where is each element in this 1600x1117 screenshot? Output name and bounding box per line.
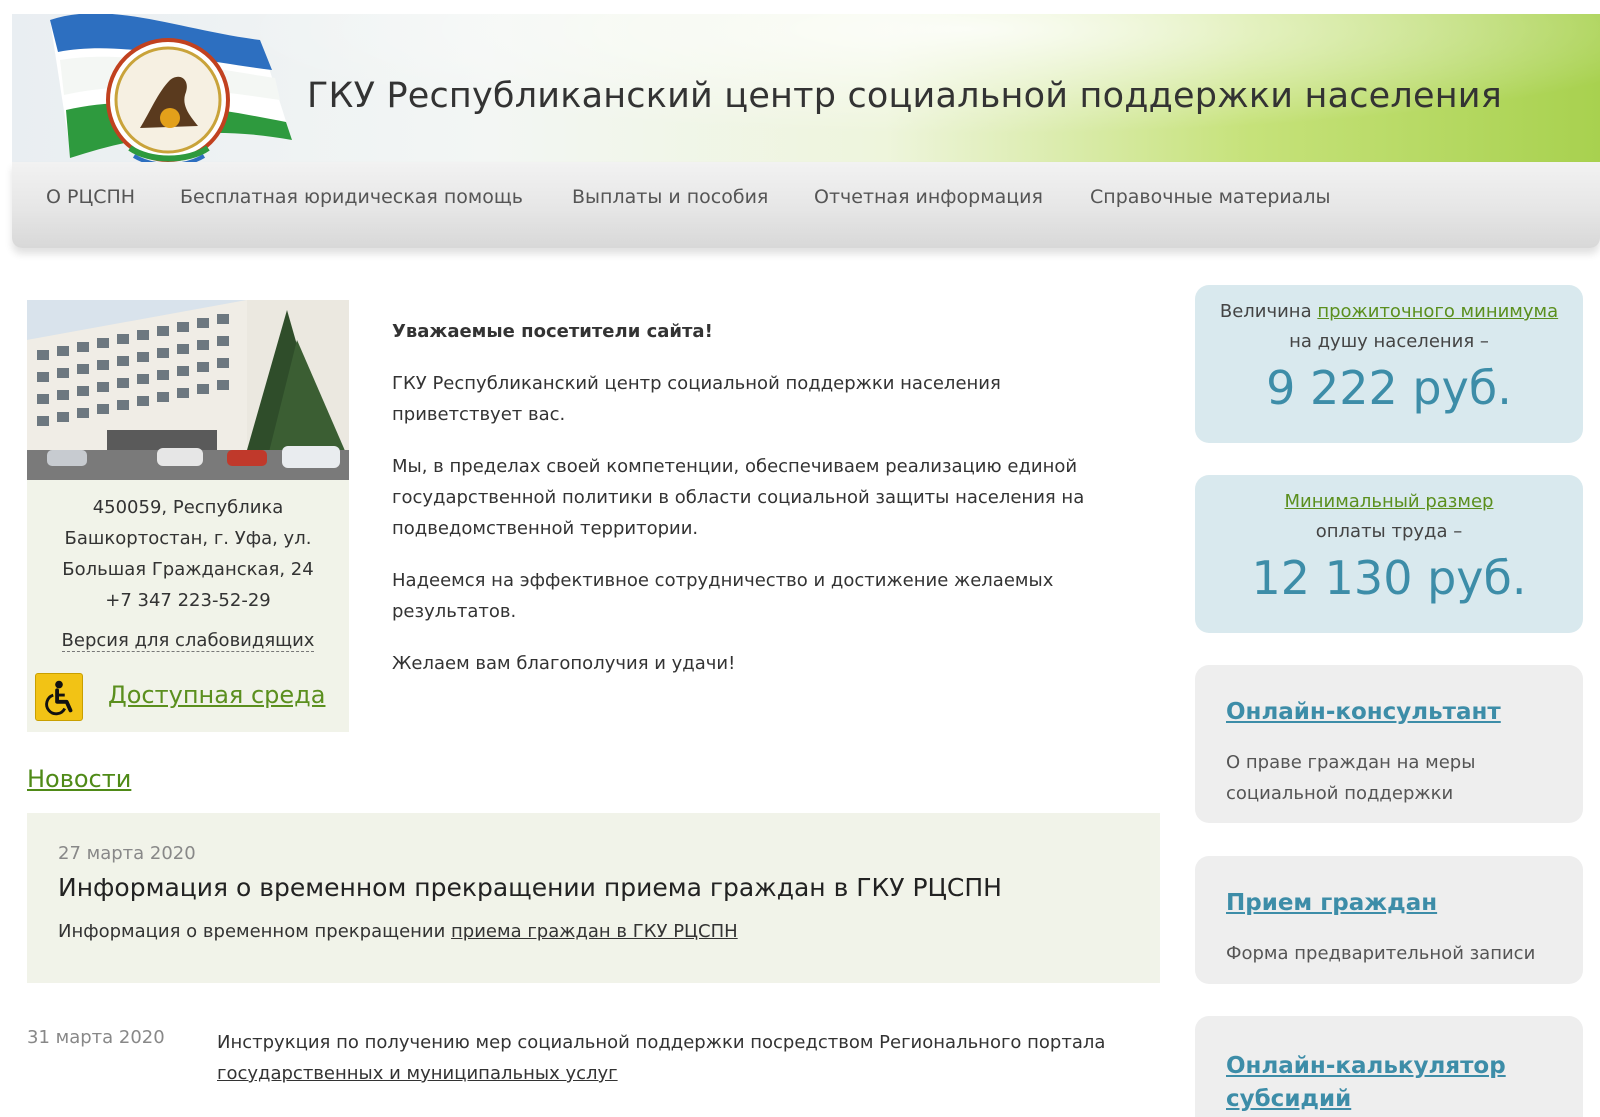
nav-item-legal-help[interactable]: Бесплатная юридическая помощь [180, 186, 523, 208]
min-wage-card: Минимальный размер оплаты труда – 12 130… [1195, 475, 1583, 633]
low-vision-link-label[interactable]: Версия для слабовидящих [61, 630, 315, 652]
wheelchair-icon[interactable] [35, 673, 83, 721]
subsistence-prefix: Величина [1219, 301, 1318, 322]
subsistence-minimum-card: Величина прожиточного минимума на душу н… [1195, 285, 1583, 443]
news-title[interactable]: Информация о временном прекращении прием… [58, 873, 1002, 902]
online-consultant-card: Онлайн-консультант О праве граждан на ме… [1195, 665, 1583, 823]
news-description: Информация о временном прекращении прием… [58, 921, 738, 942]
nav-item-about[interactable]: О РЦСПН [46, 186, 135, 208]
welcome-paragraph: ГКУ Республиканский центр социальной под… [392, 373, 1001, 425]
welcome-paragraph: Мы, в пределах своей компетенции, обеспе… [392, 456, 1085, 539]
site-title: ГКУ Республиканский центр социальной под… [307, 76, 1502, 116]
subsidy-calculator-card: Онлайн-калькулятор субсидий [1195, 1016, 1583, 1117]
min-wage-value: 12 130 руб. [1251, 551, 1527, 605]
online-consultant-link[interactable]: Онлайн-консультант [1226, 699, 1501, 725]
address-line: Большая Гражданская, 24 [62, 559, 314, 580]
subsistence-label: Величина прожиточного минимума [1195, 301, 1583, 322]
welcome-message: Уважаемые посетители сайта! ГКУ Республи… [392, 316, 1112, 700]
min-wage-label: Минимальный размер [1195, 491, 1583, 512]
welcome-greeting: Уважаемые посетители сайта! [392, 321, 713, 342]
news-description-text: Информация о временном прекращении [58, 921, 452, 942]
online-consultant-desc: О праве граждан на меры социальной подде… [1226, 752, 1476, 804]
citizen-reception-desc: Форма предварительной записи [1226, 943, 1536, 964]
news-date: 31 марта 2020 [27, 1027, 165, 1048]
accessible-environment-link[interactable]: Доступная среда [108, 681, 325, 709]
min-wage-label-line2: оплаты труда – [1315, 521, 1463, 542]
site-header: ГКУ Республиканский центр социальной под… [12, 14, 1600, 162]
citizen-reception-link[interactable]: Прием граждан [1226, 890, 1437, 916]
subsidy-calculator-link[interactable]: Онлайн-калькулятор субсидий [1226, 1050, 1546, 1116]
nav-item-reports[interactable]: Отчетная информация [814, 186, 1043, 208]
subsistence-label-line2: на душу населения – [1289, 331, 1489, 352]
phone-number: +7 347 223-52-29 [105, 590, 271, 611]
welcome-paragraph: Надеемся на эффективное сотрудничество и… [392, 570, 1054, 622]
subsistence-value: 9 222 руб. [1266, 361, 1512, 415]
address: 450059, Республика Башкортостан, г. Уфа,… [27, 492, 349, 616]
nav-item-reference[interactable]: Справочные материалы [1090, 186, 1331, 208]
low-vision-version-link[interactable]: Версия для слабовидящих [27, 630, 349, 652]
min-wage-link[interactable]: Минимальный размер [1285, 491, 1494, 512]
news-item: 31 марта 2020 Инструкция по получению ме… [27, 1027, 1160, 1097]
subsistence-link[interactable]: прожиточного минимума [1317, 301, 1558, 322]
contacts-box: 450059, Республика Башкортостан, г. Уфа,… [27, 480, 349, 732]
news-description-link[interactable]: приема граждан в ГКУ РЦСПН [451, 921, 738, 942]
welcome-paragraph: Желаем вам благополучия и удачи! [392, 653, 736, 674]
building-photo [27, 300, 349, 480]
news-date: 27 марта 2020 [58, 843, 196, 864]
address-line: Башкортостан, г. Уфа, ул. [64, 528, 312, 549]
news-text-body: Инструкция по получению мер социальной п… [217, 1032, 1106, 1053]
citizen-reception-card: Прием граждан Форма предварительной запи… [1195, 856, 1583, 984]
main-navigation: О РЦСПН Бесплатная юридическая помощь Вы… [12, 162, 1600, 248]
bashkortostan-flag-emblem-icon[interactable] [30, 14, 302, 162]
nav-item-payments[interactable]: Выплаты и пособия [572, 186, 768, 208]
news-text-link[interactable]: государственных и муниципальных услуг [217, 1063, 618, 1084]
featured-news: 27 марта 2020 Информация о временном пре… [27, 813, 1160, 983]
news-heading-link[interactable]: Новости [27, 765, 131, 793]
address-line: 450059, Республика [92, 497, 284, 518]
news-text: Инструкция по получению мер социальной п… [217, 1027, 1137, 1089]
